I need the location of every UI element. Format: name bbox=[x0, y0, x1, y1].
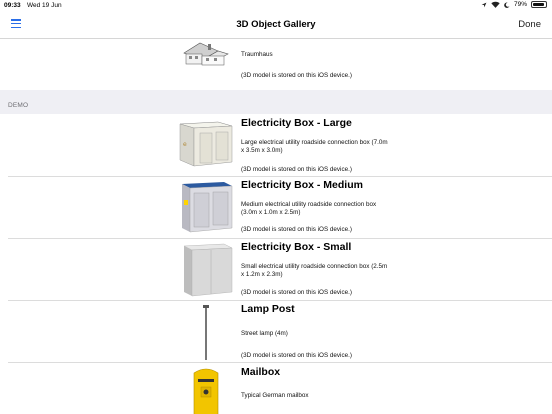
navigation-bar: 3D Object Gallery Done bbox=[0, 12, 552, 39]
status-right: 79% bbox=[481, 1, 547, 8]
item-title: Lamp Post bbox=[241, 303, 295, 315]
page-title: 3D Object Gallery bbox=[236, 19, 316, 30]
item-storage-note: (3D model is stored on this iOS device.) bbox=[241, 226, 352, 233]
item-title: Mailbox bbox=[241, 366, 281, 378]
list-item-electricity-box-small[interactable]: Electricity Box - Small Small electrical… bbox=[0, 239, 552, 301]
item-title: Electricity Box - Large bbox=[241, 117, 352, 129]
lamp-post-thumbnail bbox=[203, 305, 209, 360]
status-time: 09:33 bbox=[4, 2, 21, 9]
item-description: Small electrical utility roadside connec… bbox=[241, 263, 388, 278]
done-button[interactable]: Done bbox=[518, 19, 541, 30]
battery-percent: 79% bbox=[513, 1, 527, 8]
status-date: Wed 19 Jun bbox=[27, 2, 62, 9]
electricity-box-medium-thumbnail bbox=[182, 182, 233, 233]
item-storage-note: (3D model is stored on this iOS device.) bbox=[241, 72, 352, 79]
item-title: Electricity Box - Small bbox=[241, 241, 352, 253]
item-description: Street lamp (4m) bbox=[241, 330, 288, 337]
mailbox-thumbnail bbox=[193, 368, 219, 414]
item-storage-note: (3D model is stored on this iOS device.) bbox=[241, 166, 352, 173]
battery-icon bbox=[531, 1, 547, 8]
section-label: DEMO bbox=[8, 102, 29, 109]
electricity-box-large-thumbnail: e bbox=[179, 121, 233, 167]
status-bar: 09:33 Wed 19 Jun 79% bbox=[0, 0, 552, 12]
list-item-electricity-box-large[interactable]: e Electricity Box - Large Large electric… bbox=[0, 114, 552, 177]
item-storage-note: (3D model is stored on this iOS device.) bbox=[241, 352, 352, 359]
item-description: Typical German mailbox bbox=[241, 392, 309, 399]
wifi-icon bbox=[491, 1, 500, 8]
list-item-mailbox[interactable]: Mailbox Typical German mailbox bbox=[0, 363, 552, 414]
location-icon bbox=[481, 2, 487, 7]
list-item-electricity-box-medium[interactable]: Electricity Box - Medium Medium electric… bbox=[0, 177, 552, 239]
item-description: Large electrical utility roadside connec… bbox=[241, 139, 388, 154]
item-description: Traumhaus bbox=[241, 51, 273, 58]
list-item-lamp-post[interactable]: Lamp Post Street lamp (4m) (3D model is … bbox=[0, 301, 552, 363]
item-title: Electricity Box - Medium bbox=[241, 179, 363, 191]
moon-icon bbox=[504, 2, 510, 8]
electricity-box-small-thumbnail bbox=[183, 243, 233, 297]
section-header-demo: DEMO bbox=[0, 90, 552, 114]
svg-text:e: e bbox=[183, 141, 187, 148]
list-item-traumhaus[interactable]: Traumhaus (3D model is stored on this iO… bbox=[0, 40, 552, 90]
house-model-thumbnail bbox=[183, 42, 229, 66]
item-description: Medium electrical utility roadside conne… bbox=[241, 201, 377, 216]
item-storage-note: (3D model is stored on this iOS device.) bbox=[241, 289, 352, 296]
